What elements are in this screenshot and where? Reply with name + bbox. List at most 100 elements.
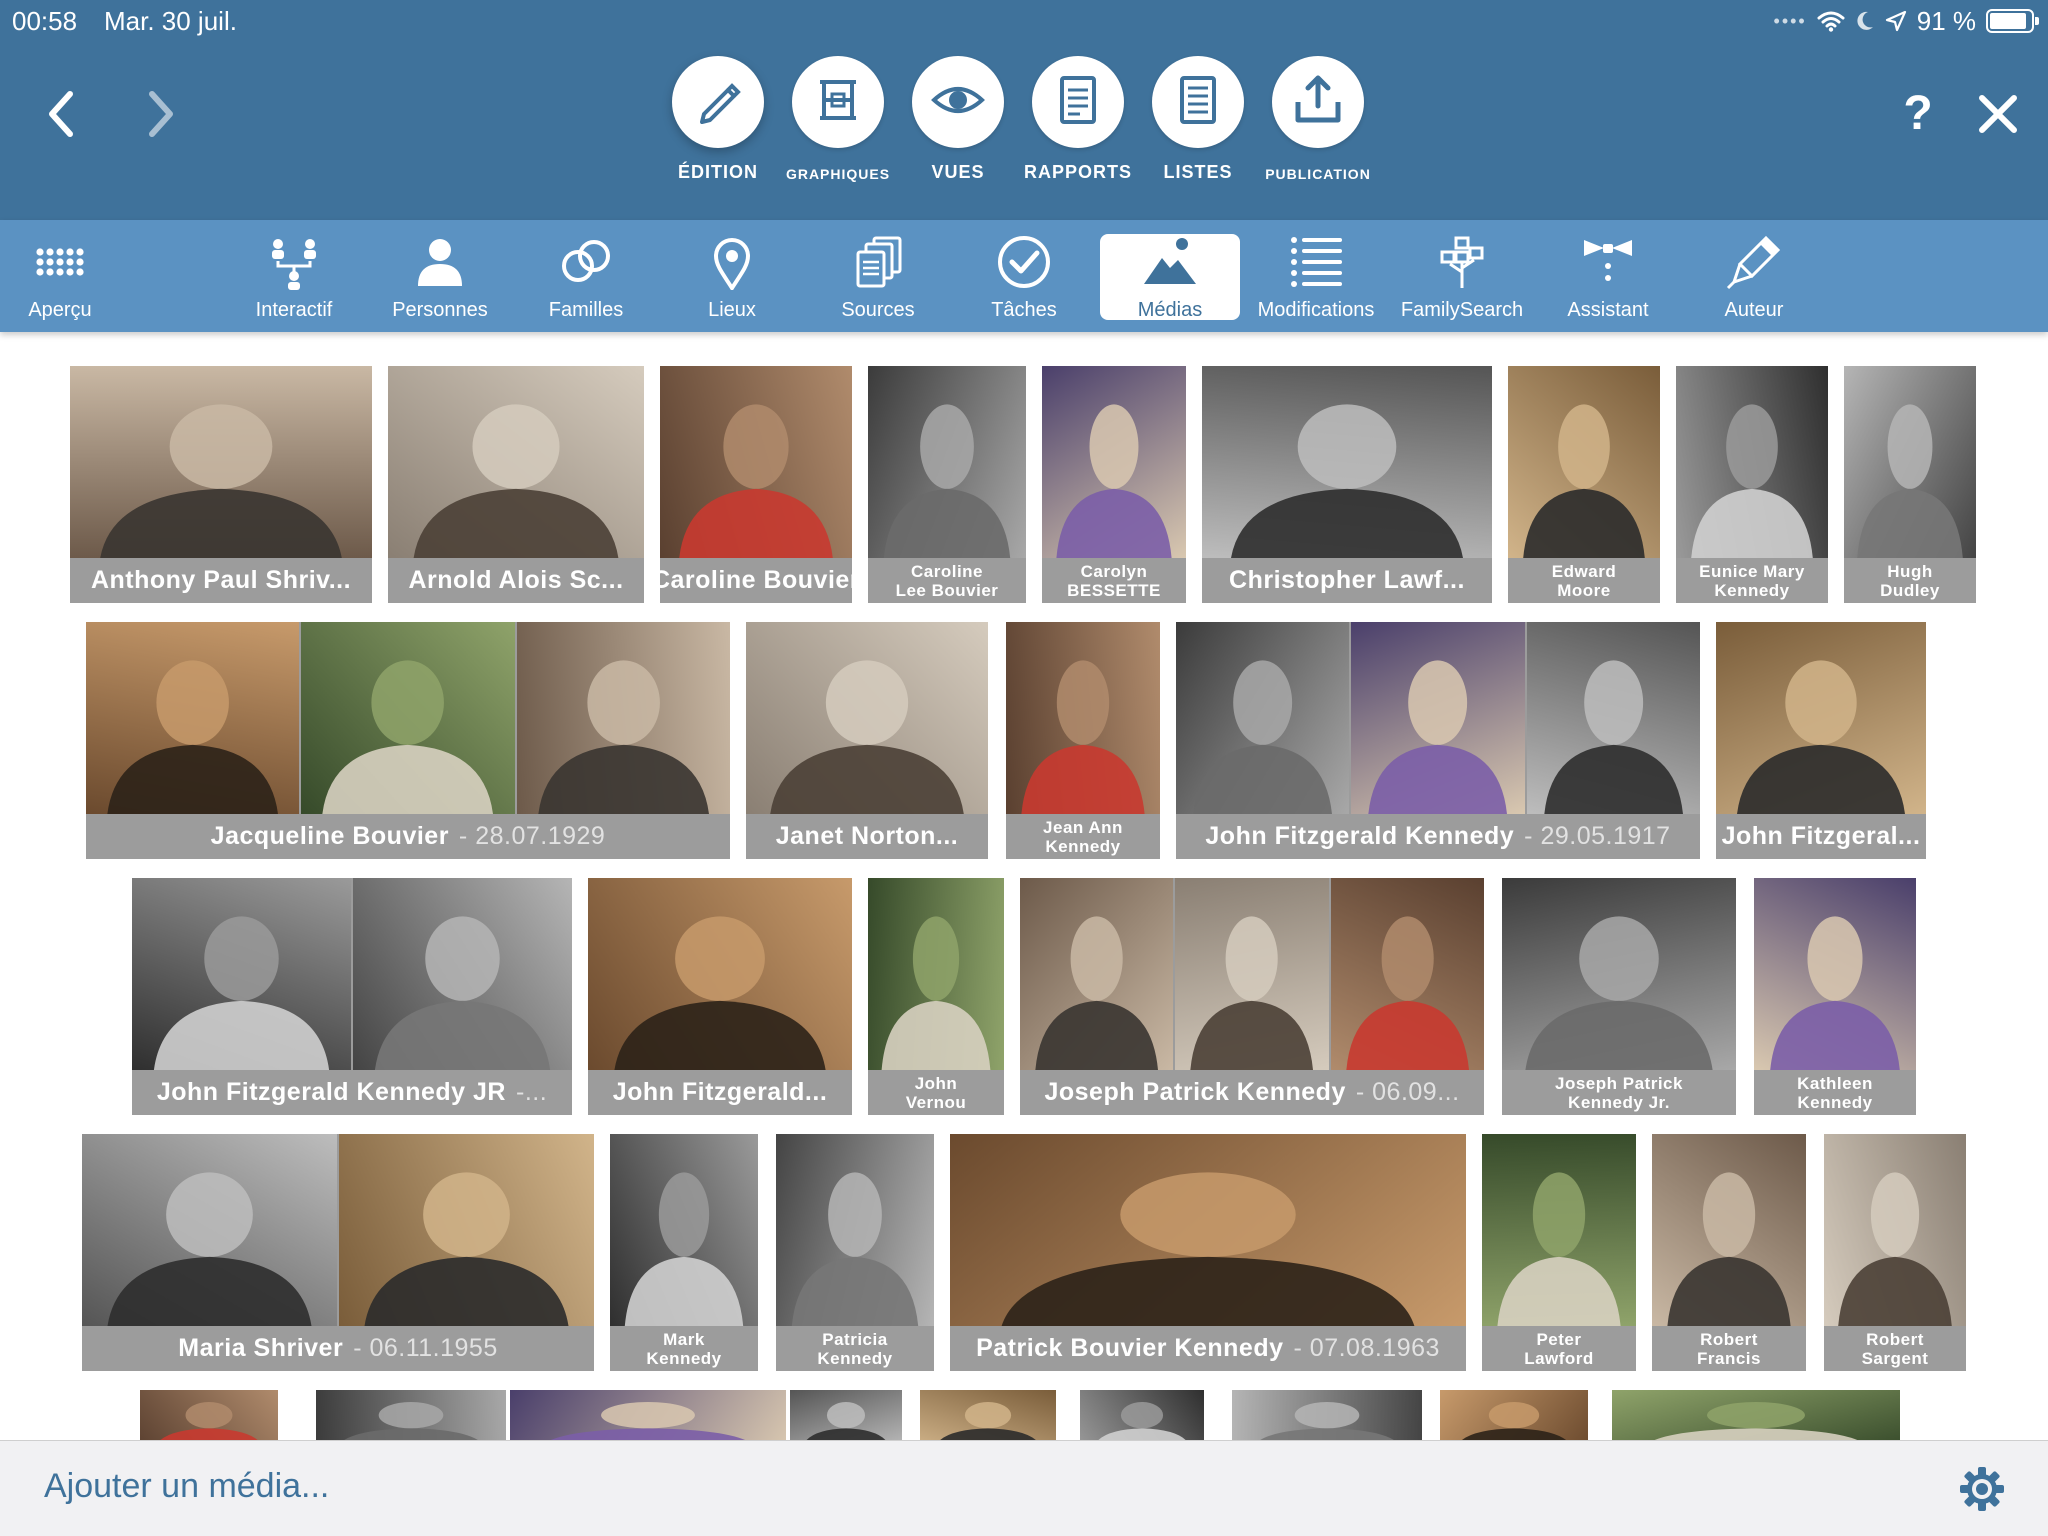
media-card[interactable]: Robert Sargent xyxy=(1824,1134,1966,1371)
media-thumbnail[interactable] xyxy=(1330,878,1484,1070)
toolbar-item-personnes[interactable]: Personnes xyxy=(370,234,510,321)
toolbar-item-medias[interactable]: Médias xyxy=(1100,234,1240,321)
media-card-partial[interactable] xyxy=(510,1390,786,1440)
media-card[interactable]: Eunice Mary Kennedy xyxy=(1676,366,1828,603)
media-card[interactable]: John Fitzgerald Kennedy JR -... xyxy=(132,878,572,1115)
media-thumbnail[interactable] xyxy=(70,366,372,558)
media-thumbnail[interactable] xyxy=(1502,878,1736,1070)
media-card[interactable]: Arnold Alois Sc... xyxy=(388,366,644,603)
media-thumbnail[interactable] xyxy=(1526,622,1700,814)
media-thumbnail[interactable] xyxy=(316,1390,506,1440)
media-thumbnail[interactable] xyxy=(1482,1134,1636,1326)
media-thumbnail[interactable] xyxy=(82,1134,337,1326)
media-card[interactable]: Jean Ann Kennedy xyxy=(1006,622,1160,859)
media-thumbnail[interactable] xyxy=(132,878,351,1070)
media-thumbnail[interactable] xyxy=(510,1390,786,1440)
media-thumbnail[interactable] xyxy=(1844,366,1976,558)
media-thumbnail[interactable] xyxy=(1824,1134,1966,1326)
media-card-partial[interactable] xyxy=(1612,1390,1900,1440)
media-thumbnail[interactable] xyxy=(1440,1390,1588,1440)
media-thumbnail[interactable] xyxy=(790,1390,902,1440)
media-thumbnail[interactable] xyxy=(1676,366,1828,558)
media-card[interactable]: Maria Shriver - 06.11.1955 xyxy=(82,1134,594,1371)
media-card-partial[interactable] xyxy=(920,1390,1056,1440)
mode-listes[interactable]: LISTES xyxy=(1152,56,1244,183)
toolbar-item-auteur[interactable]: Auteur xyxy=(1684,234,1824,321)
media-thumbnail[interactable] xyxy=(746,622,988,814)
media-thumbnail[interactable] xyxy=(140,1390,278,1440)
media-card[interactable]: Mark Kennedy xyxy=(610,1134,758,1371)
media-card[interactable]: Christopher Lawf... xyxy=(1202,366,1492,603)
media-thumbnail[interactable] xyxy=(1716,622,1926,814)
media-thumbnail[interactable] xyxy=(868,366,1026,558)
media-card[interactable]: Joseph Patrick Kennedy Jr. xyxy=(1502,878,1736,1115)
mode-rapports[interactable]: RAPPORTS xyxy=(1024,56,1131,183)
toolbar-item-taches[interactable]: Tâches xyxy=(954,234,1094,321)
toolbar-item-assistant[interactable]: Assistant xyxy=(1538,234,1678,321)
media-thumbnail[interactable] xyxy=(1202,366,1492,558)
media-thumbnail[interactable] xyxy=(86,622,300,814)
gear-icon[interactable] xyxy=(1958,1465,2006,1513)
media-card[interactable]: John Fitzgerald Kennedy - 29.05.1917 xyxy=(1176,622,1700,859)
media-thumbnail[interactable] xyxy=(1508,366,1660,558)
media-card[interactable]: Caroline Lee Bouvier xyxy=(868,366,1026,603)
media-card[interactable]: Hugh Dudley xyxy=(1844,366,1976,603)
media-card[interactable]: John Fitzgeral... xyxy=(1716,622,1926,859)
media-card[interactable]: Joseph Patrick Kennedy - 06.09... xyxy=(1020,878,1484,1115)
mode-vues[interactable]: VUES xyxy=(912,56,1004,183)
media-thumbnail[interactable] xyxy=(1042,366,1186,558)
media-thumbnail[interactable] xyxy=(1612,1390,1900,1440)
help-button[interactable]: ? xyxy=(1888,82,1948,146)
media-card-partial[interactable] xyxy=(1080,1390,1204,1440)
media-card[interactable]: Anthony Paul Shriv... xyxy=(70,366,372,603)
media-thumbnail[interactable] xyxy=(339,1134,594,1326)
media-thumbnail[interactable] xyxy=(1351,622,1525,814)
media-thumbnail[interactable] xyxy=(1175,878,1329,1070)
media-card[interactable]: Jacqueline Bouvier - 28.07.1929 xyxy=(86,622,730,859)
media-thumbnail[interactable] xyxy=(1176,622,1350,814)
media-thumbnail[interactable] xyxy=(388,366,644,558)
toolbar-item-lieux[interactable]: Lieux xyxy=(662,234,802,321)
media-thumbnail[interactable] xyxy=(1020,878,1174,1070)
media-card[interactable]: Peter Lawford xyxy=(1482,1134,1636,1371)
media-thumbnail[interactable] xyxy=(868,878,1004,1070)
media-thumbnail[interactable] xyxy=(920,1390,1056,1440)
media-thumbnail[interactable] xyxy=(950,1134,1466,1326)
media-thumbnail[interactable] xyxy=(1754,878,1916,1070)
media-thumbnail[interactable] xyxy=(588,878,852,1070)
media-thumbnail[interactable] xyxy=(1006,622,1160,814)
media-card[interactable]: Carolyn BESSETTE xyxy=(1042,366,1186,603)
mode-publication[interactable]: PUBLICATION xyxy=(1265,56,1370,183)
media-card[interactable]: John Fitzgerald... xyxy=(588,878,852,1115)
media-card[interactable]: Edward Moore xyxy=(1508,366,1660,603)
toolbar-item-modifications[interactable]: Modifications xyxy=(1246,234,1386,321)
media-card-partial[interactable] xyxy=(790,1390,902,1440)
media-thumbnail[interactable] xyxy=(660,366,852,558)
media-thumbnail[interactable] xyxy=(1080,1390,1204,1440)
media-card[interactable]: Patricia Kennedy xyxy=(776,1134,934,1371)
media-thumbnail[interactable] xyxy=(353,878,572,1070)
media-card[interactable]: Robert Francis xyxy=(1652,1134,1806,1371)
media-thumbnail[interactable] xyxy=(1652,1134,1806,1326)
media-thumbnail[interactable] xyxy=(301,622,515,814)
media-thumbnail[interactable] xyxy=(516,622,730,814)
media-card[interactable]: Janet Norton... xyxy=(746,622,988,859)
mode-graphiques[interactable]: GRAPHIQUES xyxy=(786,56,889,183)
media-card-partial[interactable] xyxy=(316,1390,506,1440)
media-thumbnail[interactable] xyxy=(1232,1390,1422,1440)
media-card-partial[interactable] xyxy=(1232,1390,1422,1440)
media-card[interactable]: Kathleen Kennedy xyxy=(1754,878,1916,1115)
toolbar-item-familles[interactable]: Familles xyxy=(516,234,656,321)
media-card-partial[interactable] xyxy=(140,1390,278,1440)
mode-edition[interactable]: ÉDITION xyxy=(672,56,764,183)
toolbar-item-interactif[interactable]: Interactif xyxy=(224,234,364,321)
toolbar-item-sources[interactable]: Sources xyxy=(808,234,948,321)
media-card[interactable]: John Vernou xyxy=(868,878,1004,1115)
media-thumbnail[interactable] xyxy=(776,1134,934,1326)
toolbar-item-familysearch[interactable]: FamilySearch xyxy=(1392,234,1532,321)
toolbar-item-apercu[interactable]: Aperçu xyxy=(0,234,130,321)
close-button[interactable] xyxy=(1968,84,2028,144)
forward-button[interactable] xyxy=(130,84,190,144)
media-card[interactable]: Caroline Bouvier xyxy=(660,366,852,603)
media-card-partial[interactable] xyxy=(1440,1390,1588,1440)
